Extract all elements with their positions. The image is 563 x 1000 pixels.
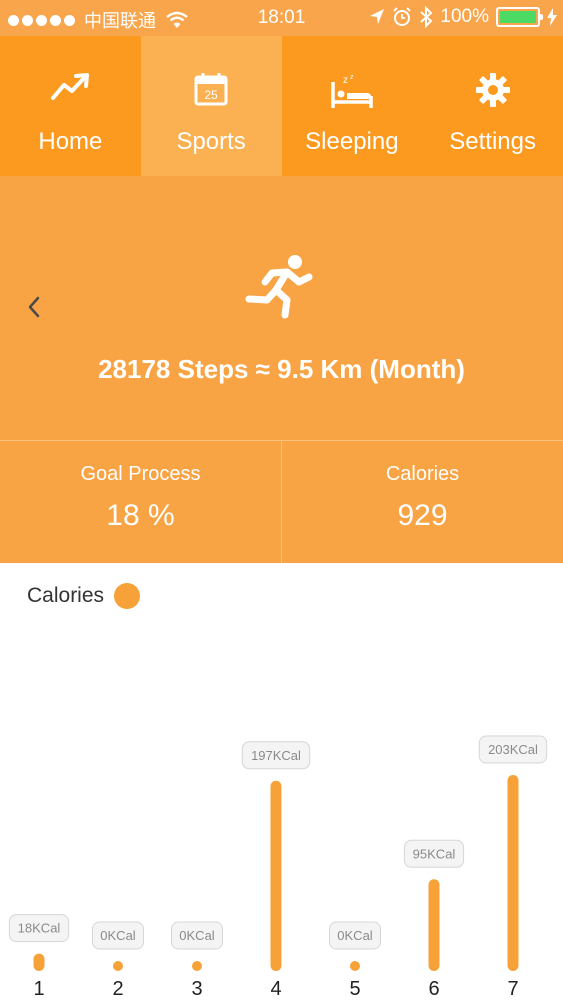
data-label-5: 0KCal: [337, 928, 373, 943]
tab-sleeping[interactable]: z z Sleeping: [281, 36, 423, 176]
back-arrow-icon[interactable]: [22, 292, 44, 322]
tab-sports[interactable]: 25 Sports: [140, 36, 282, 176]
gear-icon: [475, 73, 510, 107]
data-label-4: 197KCal: [251, 748, 301, 763]
calories-bar-4: [270, 780, 282, 971]
trend-line-icon: [51, 73, 90, 100]
tab-settings[interactable]: Settings: [422, 36, 563, 176]
x-tick-7: 7: [507, 978, 518, 1000]
goal-process-label: Goal Process: [80, 463, 201, 485]
calories-label: Calories: [385, 463, 460, 485]
data-label-3: 0KCal: [179, 928, 215, 943]
legend-swatch: [114, 583, 141, 609]
sports-summary-panel: 28178 Steps ≈ 9.5 Km (Month): [0, 176, 563, 440]
battery-percent: 100%: [440, 6, 489, 27]
calories-bar-6: [428, 879, 440, 971]
tab-home-label: Home: [38, 128, 103, 155]
x-tick-5: 5: [349, 978, 360, 1000]
calories-bar-5: [350, 961, 360, 971]
status-right: 100%: [369, 6, 557, 28]
data-label-7: 203KCal: [488, 742, 538, 757]
runner-icon: [245, 255, 313, 319]
tab-bar: Home 25 Sports z z Sleeping Settings: [0, 36, 563, 176]
data-label-6: 95KCal: [413, 846, 456, 861]
calories-bar-7: [507, 775, 519, 971]
stats-row: Goal Process 18 % Calories 929: [0, 440, 563, 563]
goal-process-value: 18 %: [106, 499, 175, 532]
calories-bar-1: [33, 953, 45, 971]
calories-bar-chart: 18KCal 1 0KCal 2 0KCal 3 197KCal 4 0KCal 5 95KCal 6…: [8, 735, 548, 1000]
legend-label: Calories: [27, 584, 105, 607]
tab-settings-label: Settings: [449, 128, 536, 155]
tab-home[interactable]: Home: [0, 36, 141, 176]
bluetooth-icon: [420, 6, 433, 28]
tab-sleeping-label: Sleeping: [305, 128, 399, 155]
status-bar: 中国联通 18:01 100%: [0, 0, 563, 36]
calendar-icon: 25: [194, 73, 228, 106]
steps-summary: 28178 Steps ≈ 9.5 Km (Month): [98, 354, 465, 384]
data-label-1: 18KCal: [18, 921, 61, 936]
chart-legend: Calories: [27, 583, 141, 609]
svg-text:z: z: [343, 75, 348, 86]
x-tick-1: 1: [33, 978, 44, 1000]
tab-sports-label: Sports: [176, 128, 246, 155]
goal-process-stat: Goal Process 18 %: [0, 441, 281, 563]
location-arrow-icon: [370, 9, 385, 24]
x-tick-6: 6: [428, 978, 439, 1000]
calories-bar-2: [113, 961, 123, 971]
x-tick-3: 3: [191, 978, 202, 1000]
x-tick-2: 2: [112, 978, 123, 1000]
data-label-2: 0KCal: [100, 928, 136, 943]
bed-icon: z z: [331, 74, 373, 108]
calendar-day: 25: [204, 88, 218, 102]
calories-bar-3: [192, 961, 202, 971]
calories-chart: 18KCal 1 0KCal 2 0KCal 3 197KCal 4 0KCal 5 95KCal 6…: [0, 563, 563, 1000]
calories-stat: Calories 929: [281, 441, 563, 563]
charging-bolt-icon: [547, 8, 557, 26]
alarm-clock-icon: [393, 7, 412, 26]
calories-value: 929: [397, 499, 448, 532]
battery-icon: [496, 7, 543, 27]
x-tick-4: 4: [270, 978, 281, 1000]
svg-text:z: z: [350, 74, 354, 81]
